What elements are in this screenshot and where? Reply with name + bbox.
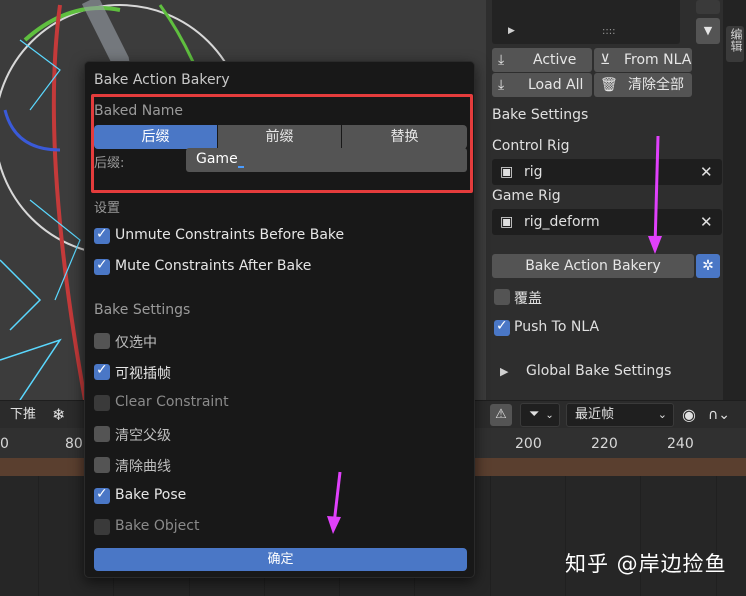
action-list[interactable]: ▶ ::::: [492, 0, 680, 44]
download-icon: ⤓: [498, 52, 505, 68]
chevron-down-icon: ⌄: [545, 410, 554, 421]
trash-icon: 🗑: [600, 77, 618, 93]
from-nla-label: From NLA: [624, 52, 692, 68]
download-icon: ⤓: [498, 77, 505, 93]
dialog-title: Bake Action Bakery: [94, 72, 230, 88]
overwrite-checkbox[interactable]: [494, 289, 510, 305]
clear-all-button[interactable]: 🗑 清除全部: [594, 73, 692, 97]
sidebar-tabs: 编辑: [723, 0, 746, 400]
bake-settings-heading: Bake Settings: [492, 107, 589, 123]
game-rig-value: rig_deform: [524, 214, 600, 230]
bake-pose-checkbox[interactable]: [94, 486, 110, 504]
bake-object-checkbox[interactable]: [94, 519, 110, 535]
blender-window: ▶ :::: ▼ ⤓ Active ⊻ From NLA ⤓ Load All …: [0, 0, 746, 596]
bake-settings-gear-button[interactable]: ✲: [696, 254, 720, 278]
falloff-curve-icon[interactable]: ∩⌄: [708, 404, 730, 426]
grid-line: [565, 476, 566, 596]
clear-parents-label: 清空父级: [115, 428, 171, 444]
grid-line: [716, 476, 717, 596]
annotation-arrow: [327, 471, 342, 534]
interpolation-dropdown[interactable]: 最近帧 ⌄: [566, 403, 674, 427]
ruler-label: 0: [0, 436, 9, 452]
visual-keying-checkbox[interactable]: [94, 362, 110, 380]
annotation-arrow: [648, 135, 662, 254]
filter-icon: ⏷: [529, 407, 540, 422]
push-to-nla-label: Push To NLA: [514, 319, 600, 335]
settings-heading: 设置: [94, 201, 121, 216]
clean-curves-label: 清除曲线: [115, 459, 171, 475]
ok-button[interactable]: 确定: [94, 548, 467, 571]
armature-icon: ▣: [500, 214, 514, 230]
unmute-constraints-label: Unmute Constraints Before Bake: [115, 227, 345, 243]
grid-line: [38, 476, 39, 596]
nearest-frame-label: 最近帧: [575, 407, 615, 422]
push-down-label: 下推: [10, 407, 37, 422]
active-label: Active: [533, 52, 577, 68]
bake-settings-heading: Bake Settings: [94, 302, 191, 318]
from-nla-button[interactable]: ⊻ From NLA: [594, 48, 692, 72]
control-rig-label: Control Rig: [492, 138, 570, 154]
clear-x-icon[interactable]: ✕: [700, 209, 713, 235]
global-bake-settings-label[interactable]: Global Bake Settings: [526, 363, 671, 379]
ruler-label: 80: [65, 436, 83, 452]
visual-keying-label: 可视插帧: [115, 366, 171, 382]
triangle-right-icon[interactable]: ▶: [500, 365, 508, 378]
watermark: 知乎 @岸边捡鱼: [565, 552, 727, 576]
clear-parents-checkbox[interactable]: [94, 426, 110, 442]
highlight-box: [91, 94, 473, 193]
bake-object-label: Bake Object: [115, 518, 200, 534]
control-rig-value: rig: [524, 164, 543, 180]
bake-pose-label: Bake Pose: [115, 487, 187, 503]
ok-label: 确定: [267, 552, 294, 567]
push-to-nla-checkbox[interactable]: [494, 318, 510, 336]
tab-edit[interactable]: 编辑: [726, 26, 744, 62]
selected-only-label: 仅选中: [115, 335, 157, 351]
tab-edit-label: 编辑: [729, 28, 743, 52]
triangle-down-icon: ▼: [703, 24, 713, 37]
ruler-label: 200: [515, 436, 542, 452]
properties-panel: ▶ :::: ▼ ⤓ Active ⊻ From NLA ⤓ Load All …: [486, 0, 723, 400]
active-button[interactable]: ⤓ Active: [492, 48, 592, 72]
clear-all-label: 清除全部: [628, 77, 684, 93]
list-down-button[interactable]: ▼: [696, 18, 720, 44]
mute-constraints-label: Mute Constraints After Bake: [115, 258, 312, 274]
chevron-down-icon: ⌄: [657, 408, 667, 421]
warning-icon[interactable]: ⚠: [490, 404, 512, 426]
ruler-label: 220: [591, 436, 618, 452]
armature-icon: ▣: [500, 164, 514, 180]
game-rig-label: Game Rig: [492, 188, 561, 204]
load-all-label: Load All: [528, 77, 584, 93]
control-rig-field[interactable]: ▣ rig ✕: [492, 159, 722, 185]
selected-only-checkbox[interactable]: [94, 333, 110, 349]
clear-x-icon[interactable]: ✕: [700, 159, 713, 185]
ruler-label: 240: [667, 436, 694, 452]
play-small-icon: ▶: [508, 26, 515, 36]
push-down-button[interactable]: 下推: [10, 404, 36, 426]
clear-constraint-checkbox[interactable]: [94, 395, 110, 411]
load-all-button[interactable]: ⤓ Load All: [492, 73, 592, 97]
unmute-constraints-checkbox[interactable]: [94, 226, 110, 244]
gear-icon: ✲: [702, 258, 714, 274]
grid-line: [490, 476, 491, 596]
game-rig-field[interactable]: ▣ rig_deform ✕: [492, 209, 722, 235]
grip-icon[interactable]: ::::: [602, 26, 615, 37]
nla-icon: ⊻: [600, 52, 611, 68]
clear-constraint-label: Clear Constraint: [115, 394, 229, 410]
filter-dropdown[interactable]: ⏷ ⌄: [520, 403, 560, 427]
mute-constraints-checkbox[interactable]: [94, 257, 110, 275]
snowflake-icon[interactable]: ❄: [52, 404, 65, 426]
overwrite-label: 覆盖: [514, 291, 542, 307]
list-scroll-up-button[interactable]: [696, 0, 720, 14]
clean-curves-checkbox[interactable]: [94, 457, 110, 473]
proportional-edit-icon[interactable]: ◉: [682, 404, 696, 426]
grid-line: [640, 476, 641, 596]
